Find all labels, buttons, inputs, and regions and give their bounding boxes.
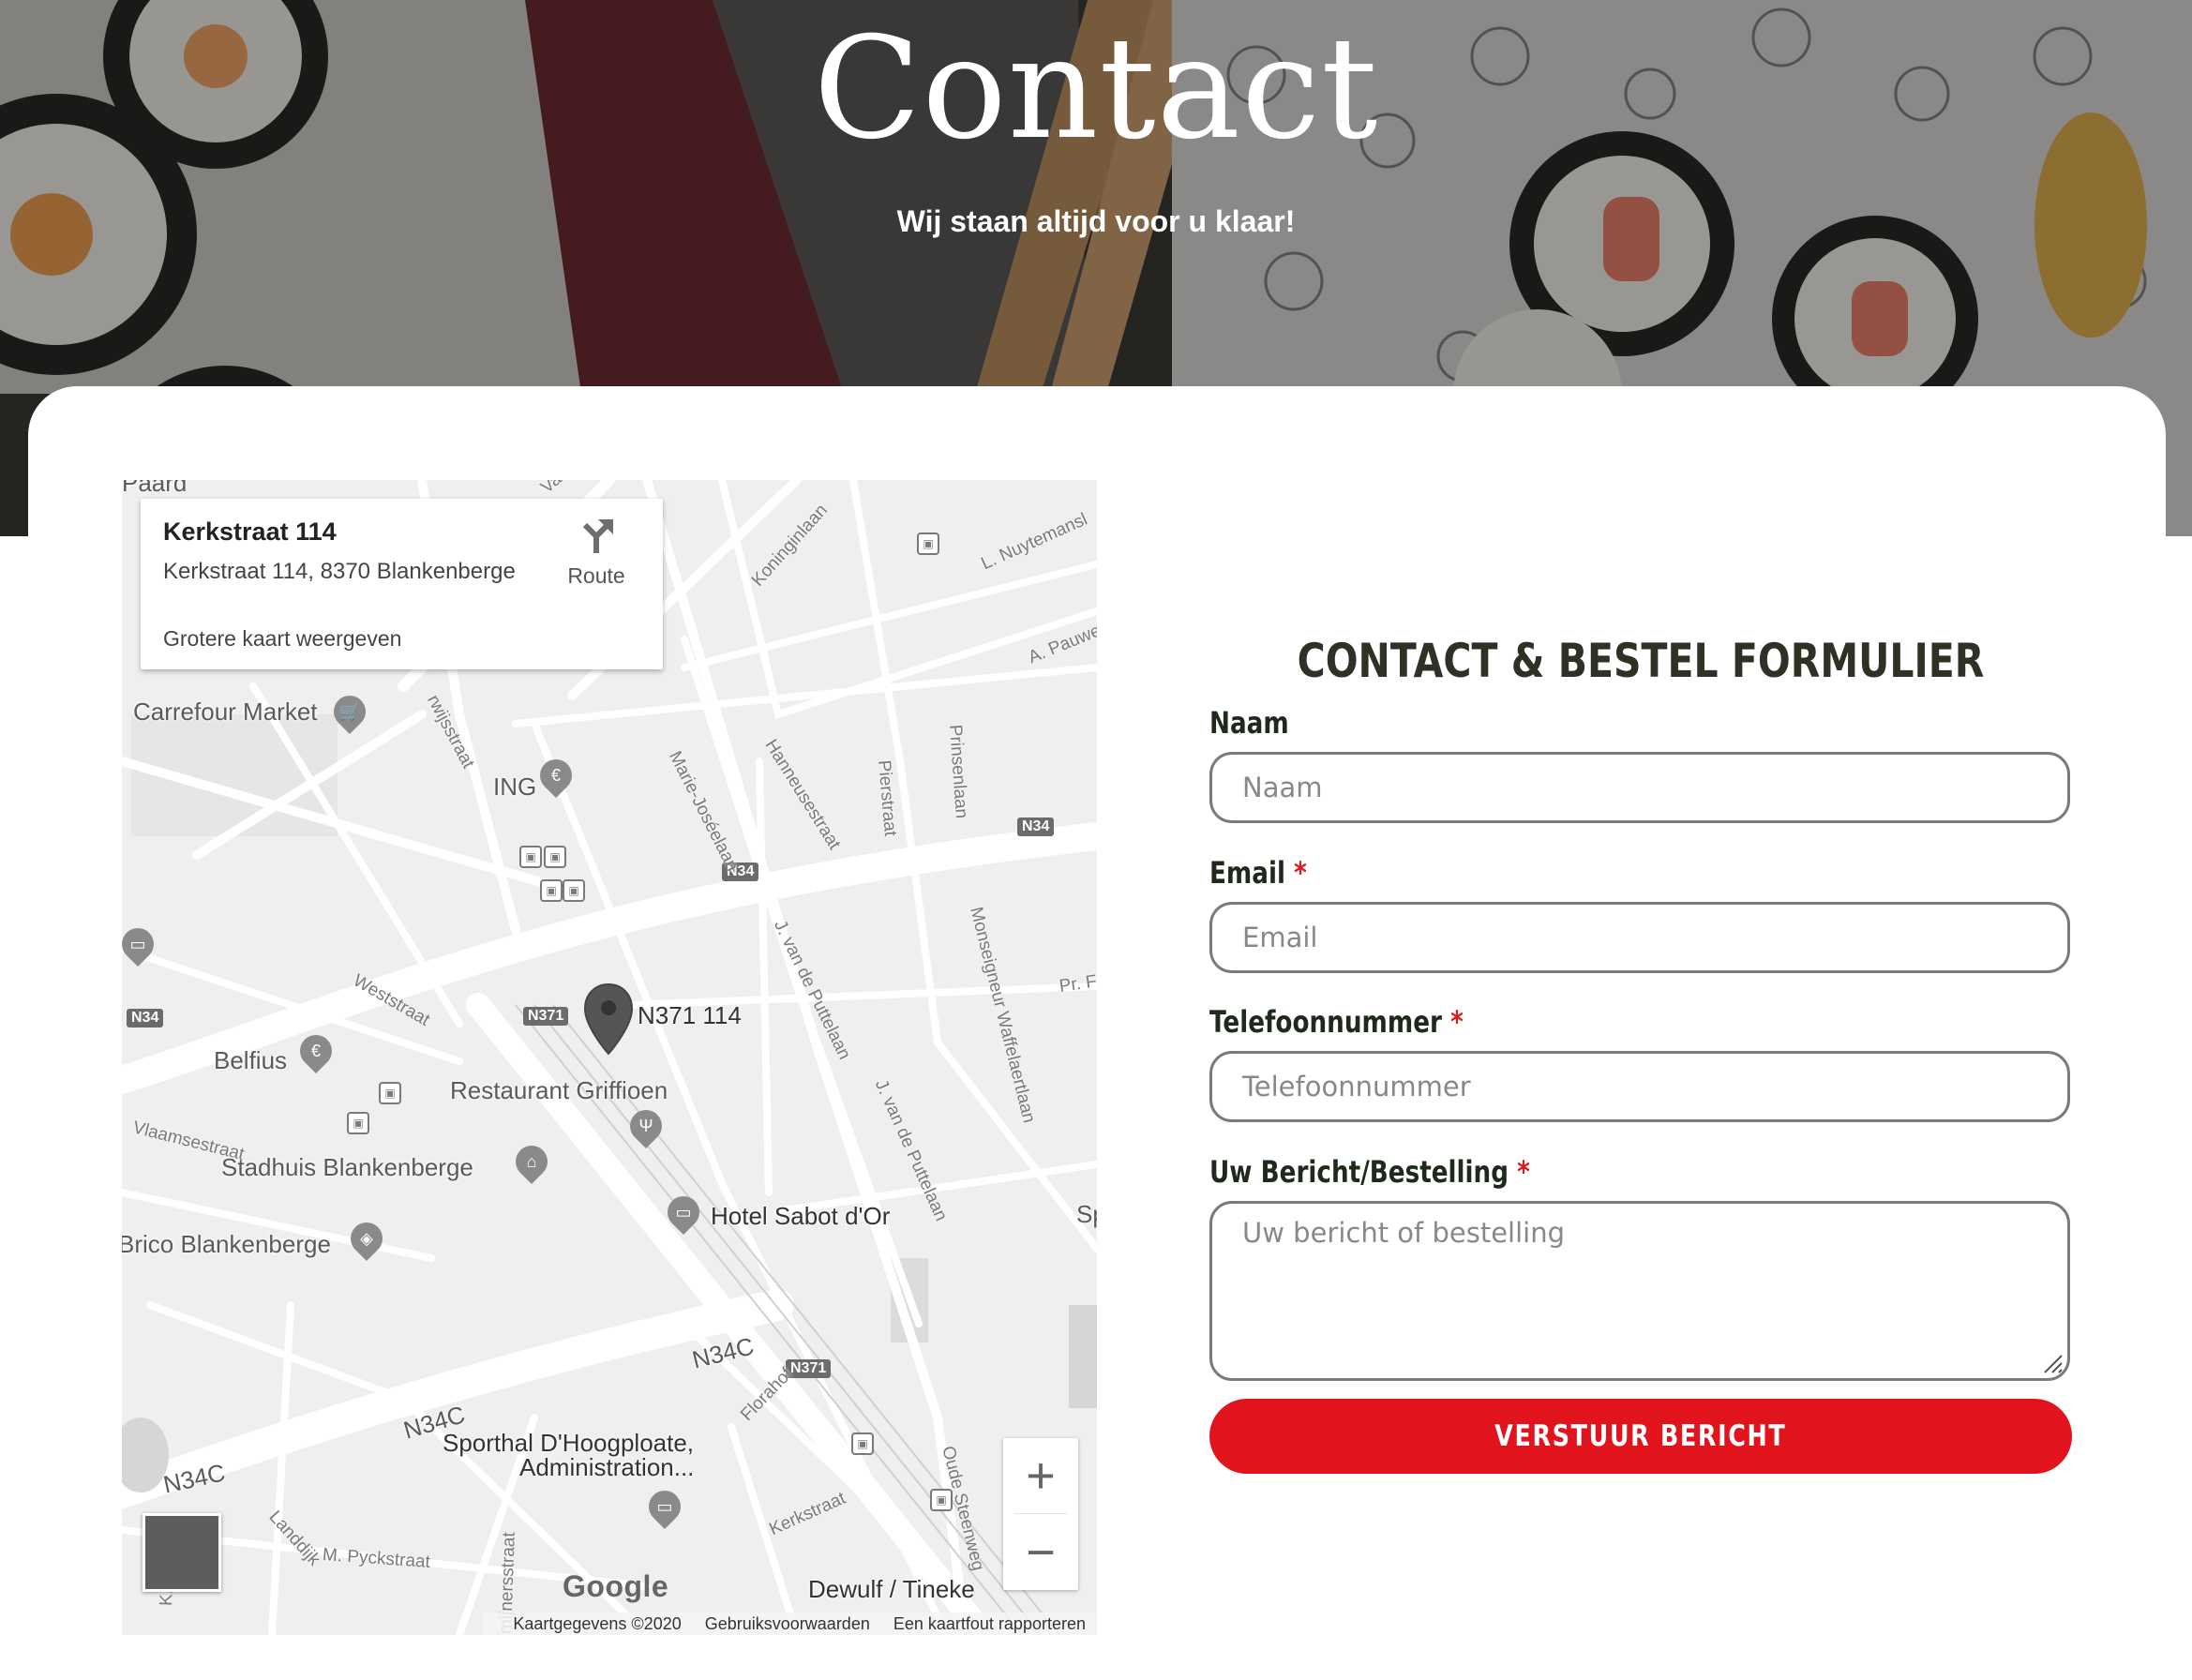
route-icon: [582, 519, 613, 553]
message-textarea[interactable]: Uw bericht of bestelling: [1209, 1201, 2070, 1381]
place-label: Hotel Sabot d'Or: [711, 1202, 891, 1230]
name-label: Naam: [1209, 705, 1289, 741]
message-label-text: Uw Bericht/Bestelling: [1209, 1154, 1509, 1190]
place-label: Stadhuis Blankenberge: [221, 1153, 473, 1181]
required-marker: *: [1517, 1154, 1530, 1190]
place-label: Administration...: [519, 1453, 695, 1481]
road-badge-n371: N371: [523, 1007, 569, 1026]
email-label: Email *: [1209, 855, 1307, 891]
submit-label: VERSTUUR BERICHT: [1494, 1419, 1787, 1453]
bank-icon[interactable]: €: [293, 1028, 339, 1074]
route-button[interactable]: Route: [559, 518, 634, 589]
email-label-text: Email: [1209, 855, 1285, 891]
map-data-credit: Kaartgegevens ©2020: [513, 1614, 682, 1633]
bus-stop-icon[interactable]: ▣: [917, 532, 939, 555]
shopping-cart-icon[interactable]: 🛒: [326, 688, 373, 735]
map-attribution: Kaartgegevens ©2020 Gebruiksvoorwaarden …: [483, 1612, 1097, 1635]
report-error-link[interactable]: Een kaartfout rapporteren: [893, 1614, 1086, 1633]
larger-map-link[interactable]: Grotere kaart weergeven: [163, 626, 401, 652]
info-card-title: Kerkstraat 114: [163, 518, 337, 546]
zoom-controls: + −: [1003, 1438, 1078, 1590]
google-logo: Google: [563, 1569, 669, 1603]
name-field[interactable]: Naam: [1209, 752, 2070, 823]
bank-icon[interactable]: €: [533, 752, 579, 799]
message-label: Uw Bericht/Bestelling *: [1209, 1154, 1530, 1190]
satellite-toggle[interactable]: [143, 1513, 221, 1592]
email-field[interactable]: Email: [1209, 902, 2070, 973]
hotel-icon[interactable]: ▭: [641, 1483, 688, 1530]
route-label: Route: [567, 563, 625, 588]
page-subtitle: Wij staan altijd voor u klaar!: [896, 204, 1296, 238]
form-heading: CONTACT & BESTEL FORMULIER: [1297, 634, 1985, 688]
zoom-in-icon[interactable]: +: [1003, 1438, 1078, 1513]
required-marker: *: [1294, 855, 1307, 891]
bus-stop-icon[interactable]: ▣: [519, 846, 542, 868]
place-label: Restaurant Griffioen: [450, 1076, 668, 1104]
bus-stop-icon[interactable]: ▣: [347, 1112, 369, 1134]
info-card-address: Kerkstraat 114, 8370 Blankenberge: [163, 559, 516, 584]
bus-stop-icon[interactable]: ▣: [540, 879, 563, 902]
hotel-icon[interactable]: ▭: [660, 1189, 707, 1236]
museum-icon[interactable]: ⌂: [508, 1138, 555, 1185]
restaurant-icon[interactable]: Ψ: [623, 1102, 669, 1149]
road-badge-n34: N34: [127, 1009, 164, 1028]
road-badge-n34: N34: [1017, 818, 1055, 836]
bus-stop-icon[interactable]: ▣: [544, 846, 566, 868]
map-info-card: Kerkstraat 114 Kerkstraat 114, 8370 Blan…: [141, 499, 663, 669]
phone-label-text: Telefoonnummer: [1209, 1004, 1442, 1040]
shopping-bag-icon[interactable]: ◈: [343, 1215, 390, 1262]
bus-stop-icon[interactable]: ▣: [563, 879, 585, 902]
submit-button[interactable]: VERSTUUR BERICHT: [1209, 1399, 2072, 1474]
bus-stop-icon[interactable]: ▣: [851, 1432, 874, 1455]
google-map[interactable]: N34 N34 N34 N371 N371 Koninginlaan L. Nu…: [122, 480, 1097, 1635]
place-label: ING: [493, 772, 537, 801]
zoom-divider: [1014, 1513, 1067, 1514]
name-label-text: Naam: [1209, 705, 1289, 741]
map-pin-icon[interactable]: [583, 982, 634, 1058]
place-label: Brico Blankenberge: [122, 1230, 331, 1258]
place-label: Paard: [122, 480, 188, 497]
place-label: Dewulf / Tineke: [808, 1575, 975, 1603]
bus-stop-icon[interactable]: ▣: [379, 1082, 401, 1104]
terms-link[interactable]: Gebruiksvoorwaarden: [705, 1614, 870, 1633]
place-label: Belfius: [214, 1046, 288, 1074]
message-placeholder: Uw bericht of bestelling: [1242, 1217, 1566, 1249]
phone-field[interactable]: Telefoonnummer: [1209, 1051, 2070, 1122]
place-label: Sp: [1076, 1200, 1097, 1228]
page-title: Contact: [813, 8, 1379, 171]
required-marker: *: [1450, 1004, 1464, 1040]
phone-label: Telefoonnummer *: [1209, 1004, 1464, 1040]
bus-stop-icon[interactable]: ▣: [930, 1489, 953, 1511]
zoom-out-icon[interactable]: −: [1003, 1515, 1078, 1590]
place-label: N371 114: [638, 1001, 742, 1029]
resize-grip-icon[interactable]: [2039, 1350, 2064, 1374]
place-label: Carrefour Market: [133, 698, 318, 726]
